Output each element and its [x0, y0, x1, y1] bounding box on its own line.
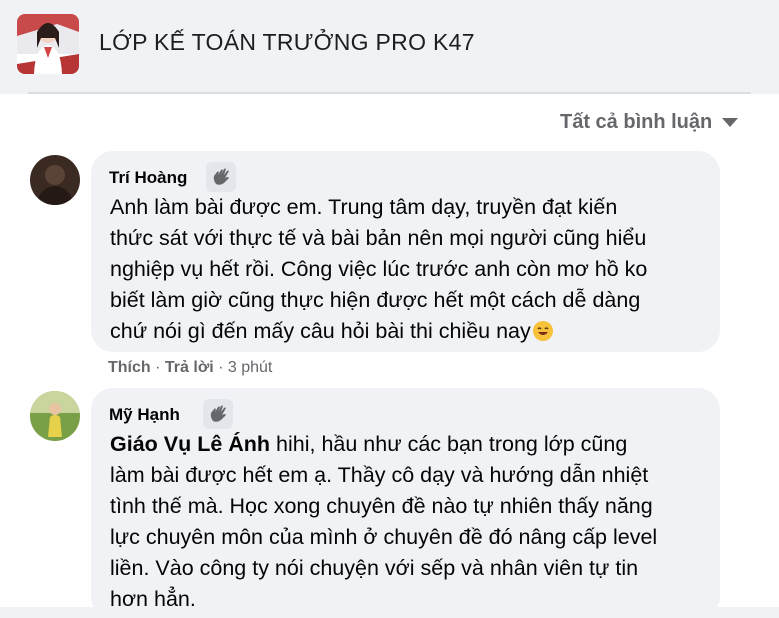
comment-text: Anh làm bài được em. Trung tâm dạy, truy…	[110, 192, 710, 351]
reply-link[interactable]: Trả lời	[165, 359, 214, 376]
caret-down-icon	[722, 118, 739, 127]
comment-line: liền. Vào công ty nói chuyện với sếp và …	[110, 556, 639, 580]
comment-line: biết làm giờ cũng thực hiện được hết một…	[110, 288, 641, 312]
comment-line: nghiệp vụ hết rồi. Công việc lúc trước a…	[110, 257, 648, 281]
group-avatar[interactable]	[17, 14, 79, 74]
group-header: LỚP KẾ TOÁN TRƯỞNG PRO K47	[0, 0, 779, 88]
comment-line-text: hihi, hầu như các bạn trong lớp cũng	[270, 432, 628, 456]
smile-emoji-icon	[532, 320, 554, 351]
comment-line: hơn hẳn.	[110, 587, 196, 611]
comment-line: làm bài được hết em ạ. Thầy cô dạy và hư…	[110, 463, 649, 487]
mention-link[interactable]: Giáo Vụ Lê Ánh	[110, 432, 270, 456]
like-link[interactable]: Thích	[108, 359, 151, 376]
sort-label: Tất cả bình luận	[560, 111, 713, 133]
comment-line: lực chuyên môn của mình ở chuyên đề đó n…	[110, 525, 658, 549]
comment-line: thức sát với thực tế và bài bản nên mọi …	[110, 226, 647, 250]
group-title[interactable]: LỚP KẾ TOÁN TRƯỞNG PRO K47	[99, 29, 475, 56]
wave-icon[interactable]	[206, 162, 236, 192]
avatar[interactable]	[30, 155, 80, 205]
header-divider	[28, 92, 751, 94]
comment-line: Anh làm bài được em. Trung tâm dạy, truy…	[110, 195, 618, 219]
comment-line: Giáo Vụ Lê Ánh hihi, hầu như các bạn tro…	[110, 429, 710, 460]
comment-time[interactable]: · 3 phút	[218, 359, 272, 376]
comment-actions: Thích · Trả lời · 3 phút	[108, 359, 272, 377]
wave-icon[interactable]	[203, 399, 233, 429]
comment-text: Giáo Vụ Lê Ánh hihi, hầu như các bạn tro…	[110, 429, 710, 615]
comment-line-text: chứ nói gì đến mấy câu hỏi bài thi chiều…	[110, 319, 531, 343]
comment-line: chứ nói gì đến mấy câu hỏi bài thi chiều…	[110, 316, 710, 351]
comment-author[interactable]: Trí Hoàng	[109, 168, 187, 188]
avatar[interactable]	[30, 391, 80, 441]
comment-line: tình thế mà. Học xong chuyên đề nào tự n…	[110, 494, 653, 518]
separator: ·	[155, 359, 165, 376]
sort-comments-button[interactable]: Tất cả bình luận	[560, 111, 739, 134]
comment-author[interactable]: Mỹ Hạnh	[109, 405, 180, 425]
